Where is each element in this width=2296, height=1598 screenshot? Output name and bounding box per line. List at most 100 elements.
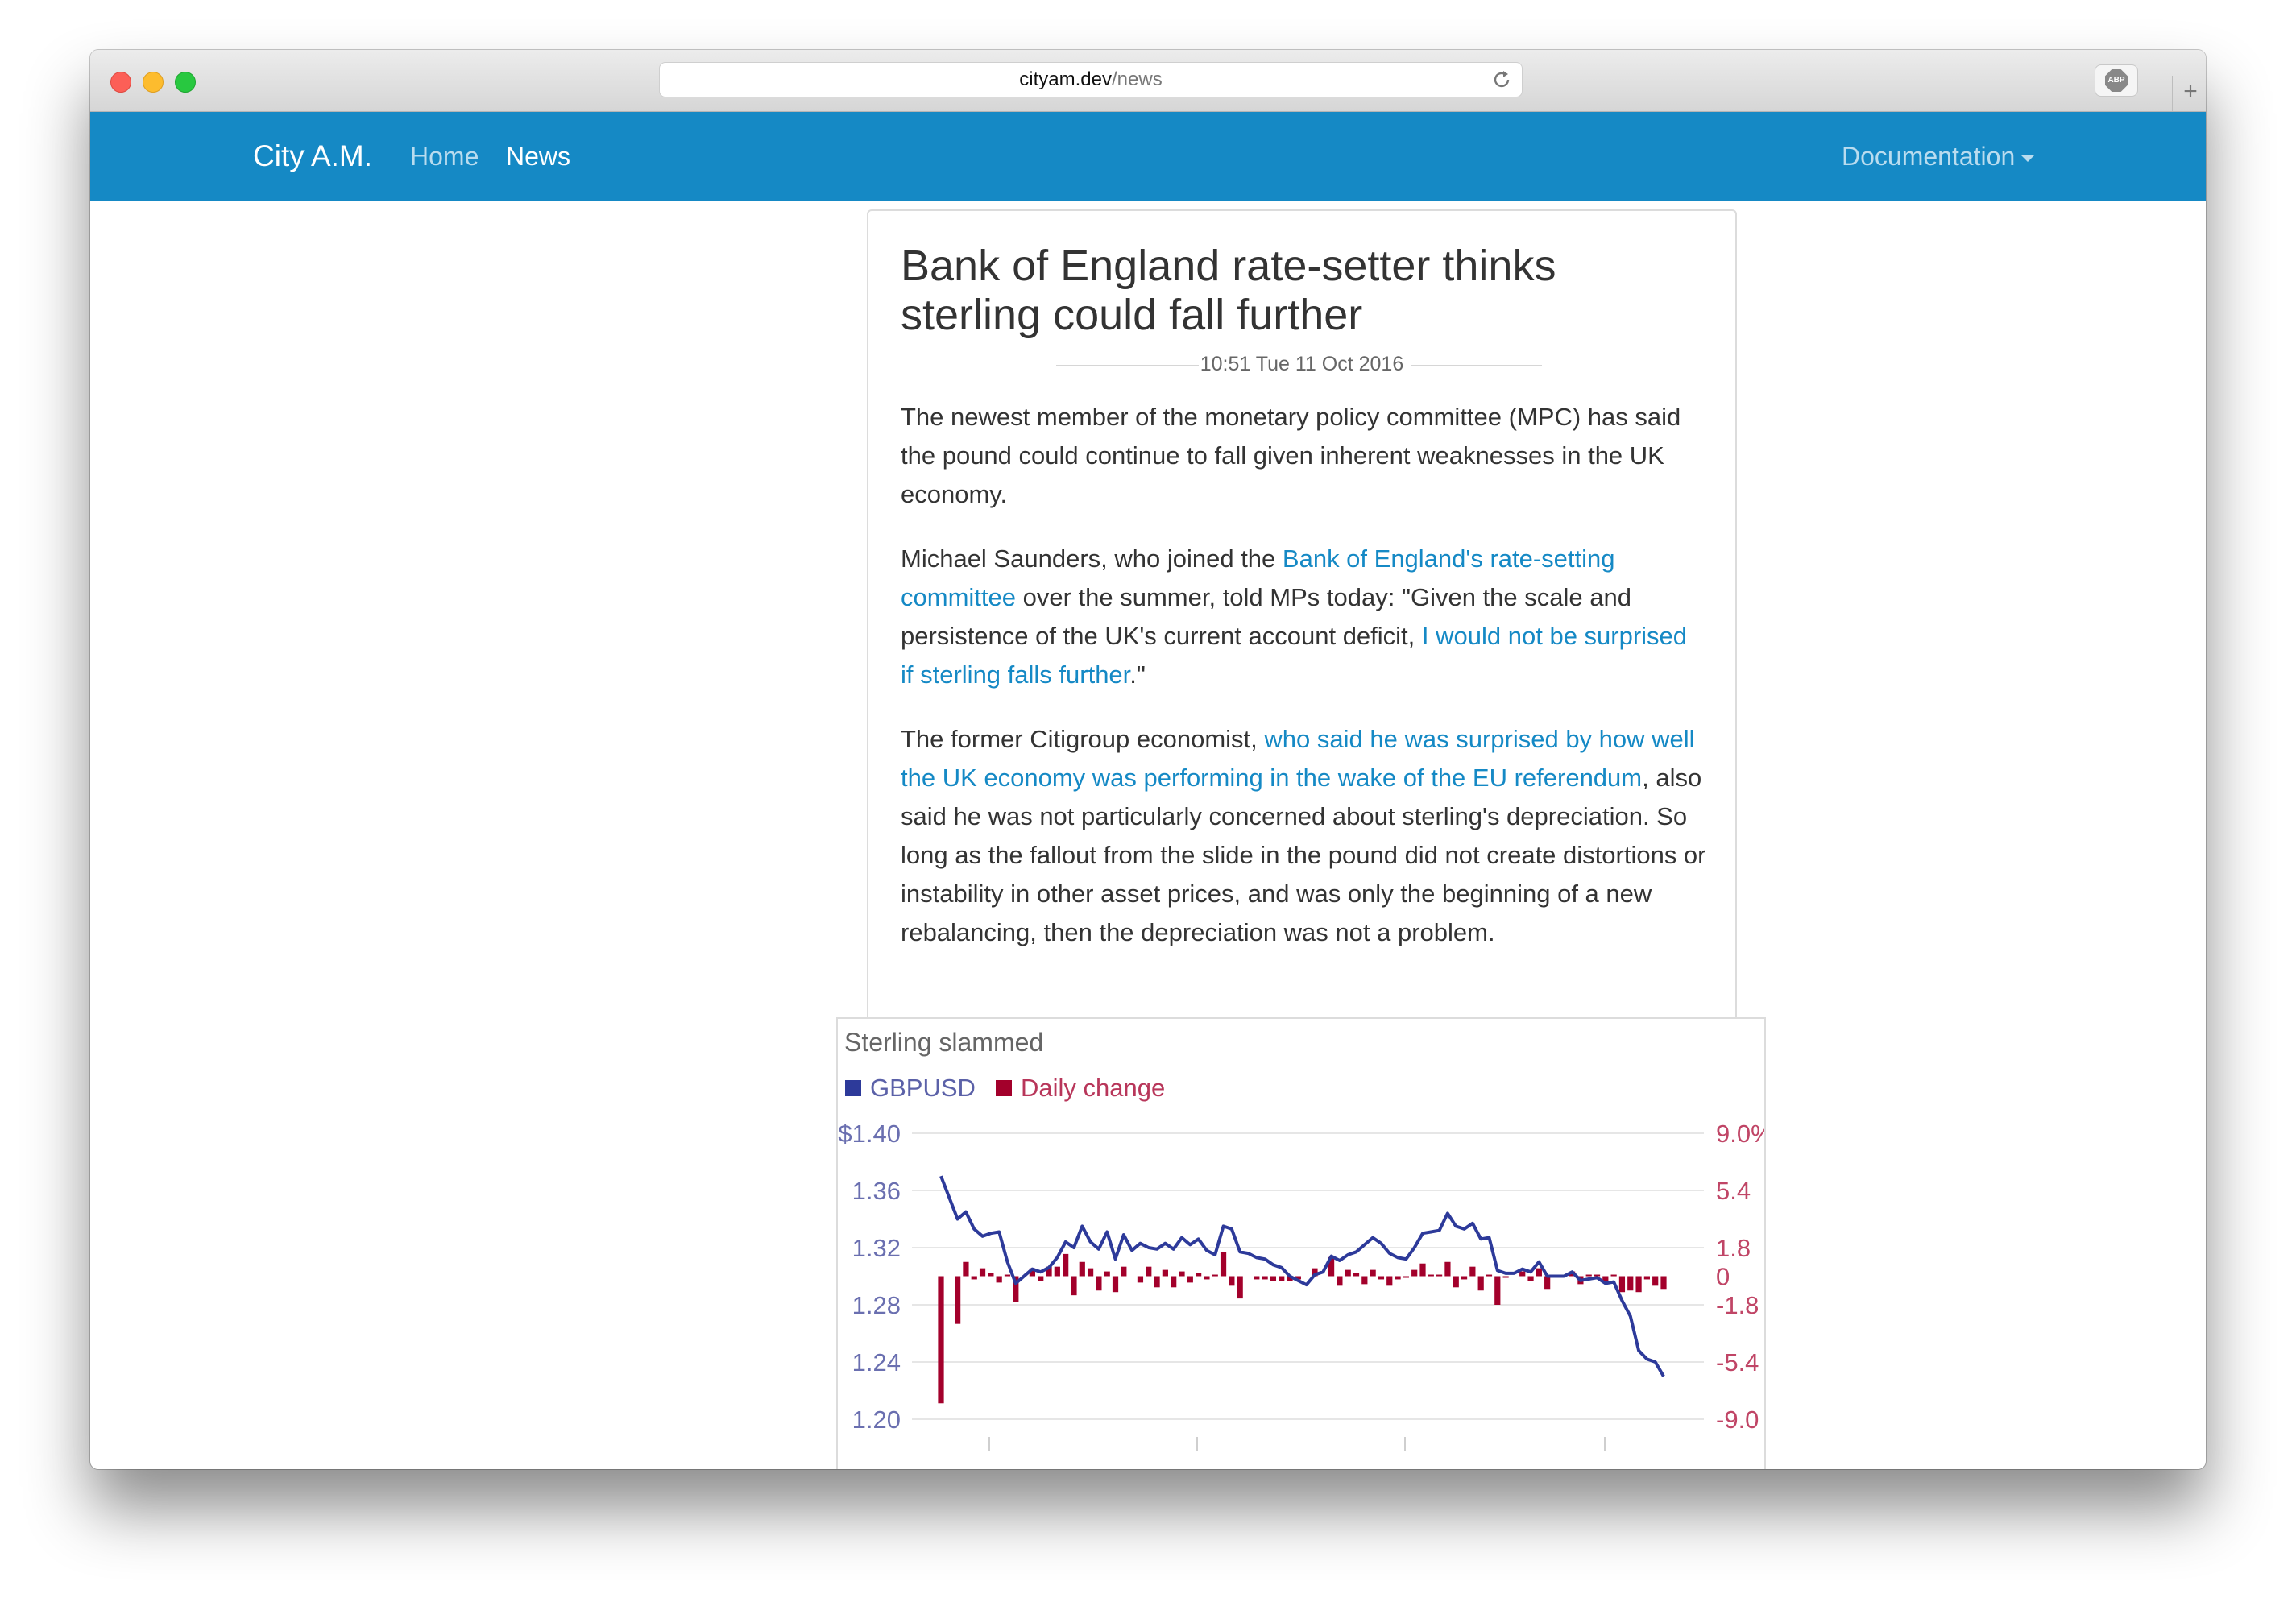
new-tab-button[interactable]: + — [2172, 76, 2206, 111]
daily-change-bar — [971, 1276, 977, 1280]
daily-change-bar — [988, 1273, 994, 1277]
site-brand[interactable]: City A.M. — [253, 139, 372, 173]
paragraph-text: The former Citigroup economist, — [901, 725, 1265, 753]
right-axis-tick-label: 0 — [1716, 1263, 1730, 1291]
daily-change-bar — [1585, 1274, 1592, 1277]
daily-change-bar — [1444, 1261, 1451, 1277]
left-axis-tick-label: 1.28 — [852, 1291, 901, 1319]
daily-change-bar — [1361, 1276, 1368, 1285]
adblock-extension-button[interactable]: ABP — [2095, 64, 2138, 97]
daily-change-bar — [1610, 1274, 1617, 1277]
daily-change-bar — [1212, 1274, 1218, 1277]
right-axis-tick-label: -1.8 — [1716, 1291, 1759, 1319]
legend-swatch-gbpusd — [845, 1080, 861, 1096]
legend-label-gbpusd: GBPUSD — [870, 1074, 976, 1102]
daily-change-bar — [1502, 1276, 1509, 1278]
adblock-icon: ABP — [2105, 69, 2128, 92]
left-axis-tick-label: 1.20 — [852, 1405, 901, 1434]
daily-change-bar — [1154, 1276, 1160, 1288]
daily-change-bar — [1162, 1269, 1168, 1277]
daily-change-bar — [1196, 1273, 1202, 1277]
right-axis-tick-label: -9.0 — [1716, 1405, 1759, 1434]
close-window-button[interactable] — [110, 72, 131, 93]
nav-news-link[interactable]: News — [506, 142, 570, 172]
daily-change-bar — [1345, 1269, 1351, 1277]
daily-change-bar — [1403, 1276, 1409, 1278]
daily-change-bar — [1453, 1276, 1459, 1288]
daily-change-bar — [1643, 1276, 1650, 1280]
daily-change-bar — [963, 1261, 969, 1277]
article-body: The newest member of the monetary policy… — [901, 398, 1706, 978]
daily-change-bar — [1179, 1271, 1185, 1277]
daily-change-bar — [1337, 1276, 1343, 1286]
daily-change-bar — [1544, 1276, 1551, 1290]
article-paragraph: The newest member of the monetary policy… — [901, 403, 1681, 508]
right-axis-tick-label: 5.4 — [1716, 1177, 1751, 1205]
daily-change-bar — [1237, 1276, 1243, 1299]
paragraph-text: ." — [1129, 660, 1146, 689]
url-path: /news — [1112, 68, 1163, 90]
daily-change-bar — [1618, 1276, 1626, 1293]
daily-change-bar — [1063, 1253, 1069, 1277]
daily-change-bar — [1527, 1276, 1534, 1281]
daily-change-bar — [1279, 1276, 1285, 1281]
article-title: Bank of England rate-setter thinks sterl… — [901, 242, 1556, 339]
daily-change-bar — [1038, 1276, 1044, 1281]
daily-change-bar — [1469, 1266, 1476, 1277]
daily-change-bar — [1461, 1276, 1468, 1280]
daily-change-bar — [1386, 1276, 1393, 1286]
left-axis-tick-label: $1.40 — [838, 1120, 901, 1148]
daily-change-bar — [1096, 1276, 1102, 1291]
left-axis-tick-label: 1.36 — [852, 1177, 901, 1205]
chart-svg: Sterling slammed GBPUSD Daily change $1.… — [838, 1028, 1773, 1451]
daily-change-bar — [1370, 1269, 1376, 1277]
daily-change-bar — [1428, 1274, 1434, 1277]
daily-change-bar — [938, 1276, 944, 1404]
daily-change-bar — [1087, 1268, 1094, 1277]
daily-change-bar — [996, 1276, 1002, 1283]
reload-icon[interactable] — [1490, 68, 1514, 92]
right-axis-tick-label: 1.8 — [1716, 1234, 1751, 1262]
nav-documentation-dropdown[interactable]: Documentation — [1842, 142, 2035, 172]
daily-change-bar — [1112, 1276, 1119, 1293]
article-timestamp: 10:51 Tue 11 Oct 2016 — [1200, 353, 1404, 375]
minimize-window-button[interactable] — [143, 72, 164, 93]
left-axis-tick-label: 1.32 — [852, 1234, 901, 1262]
daily-change-bar — [1187, 1276, 1193, 1283]
daily-change-bar — [1204, 1276, 1210, 1280]
legend-label-daily-change: Daily change — [1021, 1074, 1165, 1102]
legend-swatch-daily-change — [996, 1080, 1012, 1096]
daily-change-bar — [1270, 1276, 1277, 1281]
site-navbar: City A.M. Home News Documentation — [90, 112, 2206, 201]
chart-title: Sterling slammed — [844, 1028, 1043, 1057]
daily-change-bar — [1494, 1276, 1501, 1305]
daily-change-bar — [1627, 1276, 1634, 1291]
daily-change-bar — [1594, 1274, 1601, 1277]
daily-change-bar — [1171, 1276, 1177, 1288]
daily-change-bar — [1137, 1276, 1144, 1283]
daily-change-bar — [1652, 1276, 1659, 1286]
daily-change-bar — [1378, 1276, 1385, 1280]
daily-change-bar — [1104, 1271, 1110, 1277]
url-host: cityam.dev — [1019, 68, 1112, 90]
browser-titlebar: cityam.dev/news ABP + — [90, 50, 2206, 112]
caret-down-icon — [2021, 155, 2035, 162]
daily-change-bar — [1486, 1274, 1493, 1277]
right-axis-tick-label: -5.4 — [1716, 1348, 1759, 1377]
left-axis-tick-label: 1.24 — [852, 1348, 901, 1377]
daily-change-bar — [1004, 1274, 1011, 1277]
paragraph-text: Michael Saunders, who joined the — [901, 544, 1283, 573]
daily-change-bar — [1054, 1266, 1060, 1277]
daily-change-bar — [979, 1268, 986, 1277]
article-paragraph: The former Citigroup economist, who said… — [901, 720, 1706, 952]
daily-change-bar — [1220, 1252, 1227, 1277]
daily-change-bar — [1477, 1276, 1484, 1291]
nav-home-link[interactable]: Home — [410, 142, 479, 172]
daily-change-bar — [1660, 1276, 1667, 1290]
daily-change-bar — [1229, 1276, 1235, 1286]
zoom-window-button[interactable] — [175, 72, 196, 93]
address-bar[interactable]: cityam.dev/news — [659, 62, 1523, 97]
daily-change-bar — [1411, 1269, 1418, 1277]
daily-change-bar — [1536, 1268, 1542, 1277]
daily-change-bar — [1071, 1276, 1077, 1296]
